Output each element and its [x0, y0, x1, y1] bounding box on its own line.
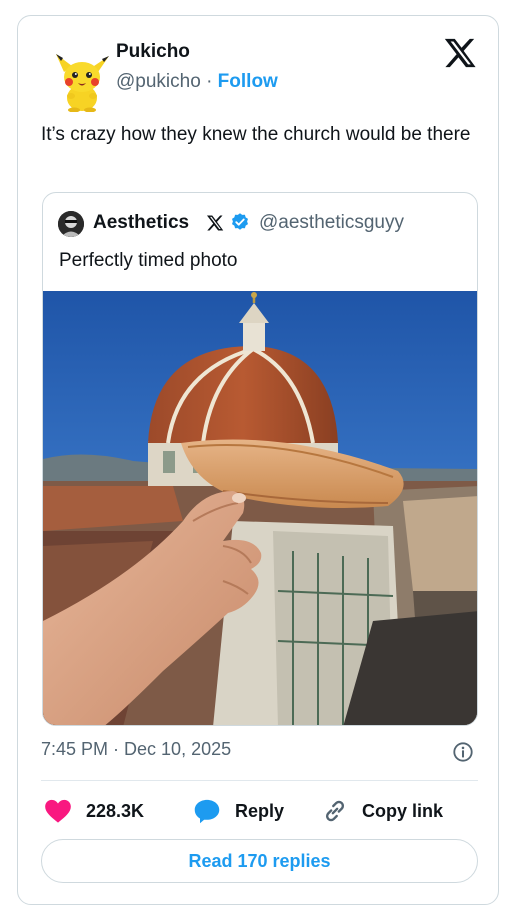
like-count: 228.3K — [86, 800, 145, 821]
divider — [41, 780, 478, 781]
reply-label: Reply — [235, 800, 285, 821]
like-button[interactable]: 228.3K — [44, 796, 144, 826]
tweet-timestamp[interactable]: 7:45 PM · Dec 10, 2025 — [41, 739, 231, 760]
link-icon — [325, 800, 345, 822]
quoted-author-handle[interactable]: @aestheticsguyy — [259, 212, 404, 234]
quoted-tweet-text: Perfectly timed photo — [59, 250, 238, 271]
quoted-photo[interactable] — [43, 291, 477, 725]
quoted-author-name[interactable]: Aesthetics — [93, 212, 189, 234]
handle-separator: · — [206, 71, 213, 92]
tweet-embed-card: Pukicho @pukicho · Follow It’s crazy how… — [17, 15, 499, 905]
verified-badge-icon — [230, 212, 250, 232]
author-name[interactable]: Pukicho — [116, 41, 190, 63]
author-handle[interactable]: @pukicho — [116, 71, 201, 92]
follow-link[interactable]: Follow — [218, 71, 278, 92]
tweet-text: It’s crazy how they knew the church woul… — [41, 124, 471, 145]
reply-bubble-icon — [194, 799, 220, 824]
copy-link-label: Copy link — [362, 800, 444, 821]
read-replies-button[interactable]: Read 170 replies — [41, 839, 478, 883]
author-handle-line: @pukicho · Follow — [116, 71, 278, 93]
heart-icon — [45, 799, 71, 823]
reply-button[interactable]: Reply — [193, 796, 284, 826]
x-badge-icon — [206, 214, 224, 232]
quoted-tweet[interactable]: Aesthetics @aestheticsguyy Perfectly tim… — [42, 192, 478, 726]
info-icon[interactable] — [452, 741, 474, 763]
quoted-author-avatar[interactable] — [58, 211, 84, 237]
copy-link-button[interactable]: Copy link — [322, 796, 443, 826]
author-avatar[interactable] — [52, 52, 112, 113]
x-logo-icon[interactable] — [443, 36, 477, 70]
